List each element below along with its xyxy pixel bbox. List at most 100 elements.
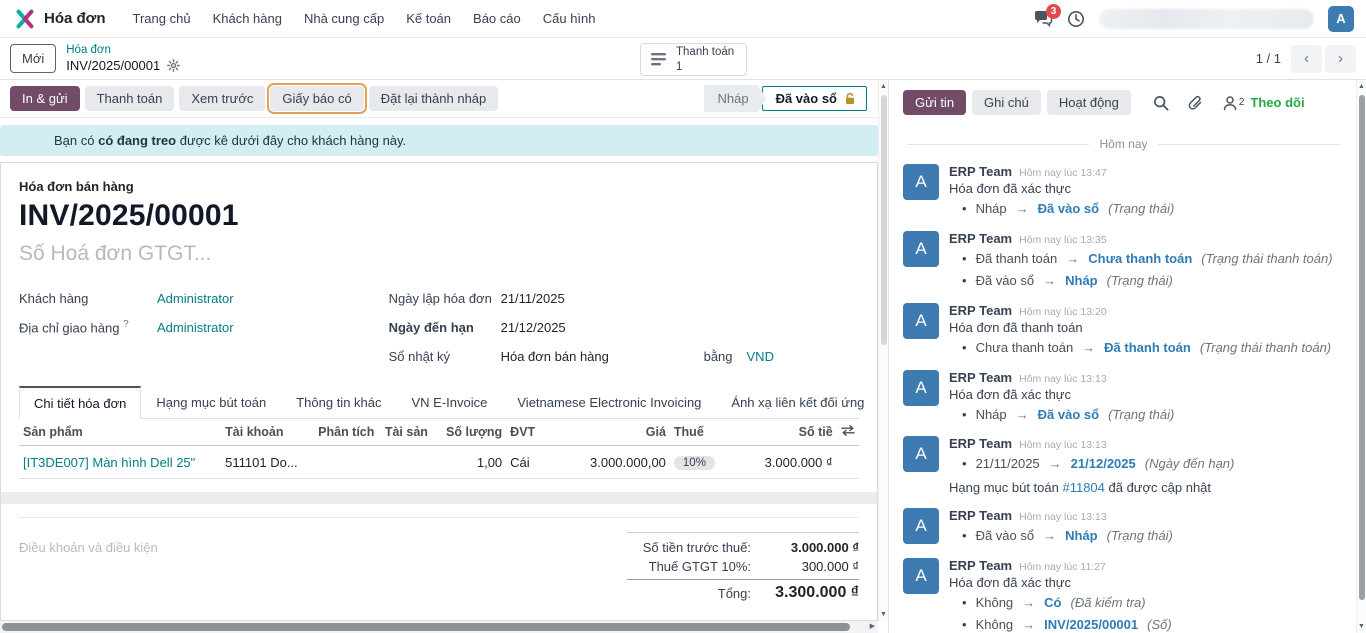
tab[interactable]: Hạng mục bút toán: [141, 386, 281, 419]
pager-previous-button[interactable]: ‹: [1291, 45, 1322, 73]
scroll-up-arrow[interactable]: ▲: [879, 80, 888, 93]
form-horizontal-scrollbar[interactable]: ▶: [0, 621, 878, 633]
asset-cell[interactable]: [381, 446, 440, 479]
column-header[interactable]: Phân tích: [314, 419, 381, 446]
activities-button[interactable]: [1067, 10, 1085, 28]
status-state[interactable]: Nháp: [704, 85, 767, 112]
message-time: Hôm nay lúc 13:20: [1019, 306, 1107, 318]
message-author[interactable]: ERP Team: [949, 231, 1012, 246]
breadcrumb-parent-link[interactable]: Hóa đơn: [66, 43, 180, 57]
action-button[interactable]: Giấy báo có: [270, 86, 363, 111]
nav-menu-item[interactable]: Cấu hình: [532, 0, 607, 38]
tax-cell[interactable]: 10%: [670, 446, 735, 479]
chatter-message[interactable]: A ERP Team Hôm nay lúc 13:20 Hóa đơn đã …: [903, 296, 1348, 363]
new-button[interactable]: Mới: [10, 44, 56, 73]
invoice-name[interactable]: INV/2025/00001: [19, 199, 859, 233]
message-author[interactable]: ERP Team: [949, 558, 1012, 573]
invoice-date-value[interactable]: 21/11/2025: [501, 291, 565, 306]
empty-line[interactable]: [19, 504, 859, 517]
scroll-thumb[interactable]: [1359, 95, 1365, 600]
chatter-message[interactable]: A ERP Team Hôm nay lúc 13:47 Hóa đơn đã …: [903, 157, 1348, 224]
quantity-cell[interactable]: 1,00: [439, 446, 506, 479]
scroll-thumb[interactable]: [881, 95, 887, 345]
column-header[interactable]: Sản phẩm: [19, 419, 221, 446]
tab[interactable]: Vietnamese Electronic Invoicing: [502, 386, 716, 419]
pager-next-button[interactable]: ›: [1325, 45, 1356, 73]
tab[interactable]: Chi tiết hóa đơn: [19, 386, 141, 419]
followers-button[interactable]: 2: [1222, 95, 1245, 111]
chatter-message[interactable]: A ERP Team Hôm nay lúc 13:35 •Đã thanh t…: [903, 224, 1348, 296]
message-author[interactable]: ERP Team: [949, 303, 1012, 318]
log-note-button[interactable]: Ghi chú: [972, 90, 1041, 115]
form-vertical-scrollbar[interactable]: ▲ ▼: [878, 80, 888, 621]
action-button[interactable]: In & gửi: [10, 86, 80, 111]
empty-line[interactable]: [19, 479, 859, 492]
column-header[interactable]: Giá: [551, 419, 670, 446]
column-header[interactable]: Thuế: [670, 419, 735, 446]
nav-menu-item[interactable]: Báo cáo: [462, 0, 532, 38]
column-header[interactable]: ĐVT: [506, 419, 550, 446]
status-state-active[interactable]: Đã vào sổ: [762, 86, 867, 111]
due-date-value[interactable]: 21/12/2025: [501, 320, 566, 335]
app-logo-icon[interactable]: [14, 8, 36, 30]
action-button[interactable]: Đặt lại thành nháp: [369, 86, 499, 111]
nav-menu-item[interactable]: Kế toán: [395, 0, 462, 38]
analytic-cell[interactable]: [314, 446, 381, 479]
activities-schedule-button[interactable]: Hoạt động: [1047, 90, 1131, 115]
total-label: Tổng:: [627, 586, 761, 601]
gear-icon[interactable]: [167, 59, 180, 72]
chatter-message[interactable]: A ERP Team Hôm nay lúc 13:13 Hóa đơn đã …: [903, 363, 1348, 430]
optional-columns-icon[interactable]: [837, 419, 859, 446]
column-header[interactable]: Tài sản: [381, 419, 440, 446]
action-button[interactable]: Xem trước: [179, 86, 265, 111]
message-footer: Hạng mục bút toán #11804 đã được cập nhậ…: [949, 480, 1348, 495]
customer-value[interactable]: Administrator: [157, 291, 234, 306]
message-author[interactable]: ERP Team: [949, 370, 1012, 385]
send-message-button[interactable]: Gửi tin: [903, 90, 966, 115]
app-name[interactable]: Hóa đơn: [44, 10, 106, 27]
scroll-thumb[interactable]: [2, 623, 850, 631]
chatter-vertical-scrollbar[interactable]: ▲ ▼: [1356, 80, 1366, 633]
payments-stat-button[interactable]: Thanh toán 1: [640, 43, 747, 76]
invoice-line-row[interactable]: [IT3DE007] Màn hình Dell 25" 511101 Do..…: [19, 446, 859, 479]
journal-value[interactable]: Hóa đơn bán hàng: [501, 349, 676, 364]
follow-button[interactable]: Theo dõi: [1250, 95, 1304, 110]
scroll-down-arrow[interactable]: ▼: [879, 608, 888, 621]
user-avatar[interactable]: A: [1328, 6, 1354, 32]
nav-menu-item[interactable]: Trang chủ: [122, 0, 202, 38]
price-cell[interactable]: 3.000.000,00: [551, 446, 670, 479]
uom-cell[interactable]: Cái: [506, 446, 550, 479]
empty-line-alt[interactable]: [1, 492, 877, 504]
currency-value[interactable]: VND: [747, 349, 774, 364]
journal-item-link[interactable]: #11804: [1062, 480, 1104, 495]
scroll-down-arrow[interactable]: ▼: [1357, 620, 1366, 633]
tab[interactable]: Thông tin khác: [281, 386, 396, 419]
message-author[interactable]: ERP Team: [949, 164, 1012, 179]
product-cell[interactable]: [IT3DE007] Màn hình Dell 25": [23, 455, 195, 470]
message-author[interactable]: ERP Team: [949, 508, 1012, 523]
delivery-address-value[interactable]: Administrator: [157, 320, 234, 335]
scroll-up-arrow[interactable]: ▲: [1357, 80, 1366, 93]
chatter-panel: Gửi tin Ghi chú Hoạt động: [889, 80, 1366, 633]
tab[interactable]: Ánh xạ liên kết đối ứng: [716, 386, 878, 419]
nav-menu-item[interactable]: Nhà cung cấp: [293, 0, 395, 38]
account-cell[interactable]: 511101 Do...: [221, 446, 314, 479]
tab[interactable]: VN E-Invoice: [397, 386, 503, 419]
chatter-message[interactable]: A ERP Team Hôm nay lúc 13:13 •Đã vào sổ→…: [903, 501, 1348, 551]
action-button[interactable]: Thanh toán: [85, 86, 175, 111]
message-author[interactable]: ERP Team: [949, 436, 1012, 451]
terms-field[interactable]: Điều khoản và điều kiện: [19, 540, 158, 555]
total-value: 3.300.000 ₫: [761, 584, 859, 602]
column-header[interactable]: Số tiề: [735, 419, 837, 446]
vat-invoice-number-field[interactable]: Số Hoá đơn GTGT...: [19, 242, 859, 266]
chatter-message[interactable]: A ERP Team Hôm nay lúc 13:13 •21/11/2025…: [903, 429, 1348, 501]
search-messages-button[interactable]: [1153, 95, 1169, 111]
attach-files-button[interactable]: [1188, 95, 1203, 111]
column-header[interactable]: Tài khoản: [221, 419, 314, 446]
scroll-right-arrow[interactable]: ▶: [870, 621, 875, 633]
chatter-message[interactable]: A ERP Team Hôm nay lúc 11:27 Hóa đơn đã …: [903, 551, 1348, 633]
nav-menu-item[interactable]: Khách hàng: [202, 0, 293, 38]
column-header[interactable]: Số lượng: [439, 419, 506, 446]
messages-button[interactable]: 3: [1033, 10, 1053, 28]
company-name-redacted[interactable]: [1099, 9, 1314, 29]
